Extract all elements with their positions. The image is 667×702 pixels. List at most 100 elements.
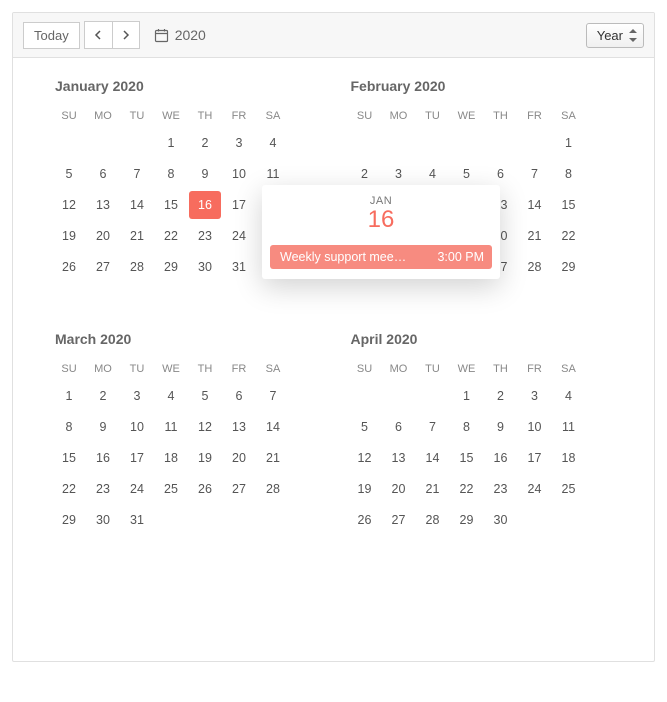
day-cell[interactable]: 19 — [349, 475, 381, 503]
day-cell[interactable]: 30 — [189, 253, 221, 281]
day-cell[interactable]: 18 — [155, 444, 187, 472]
next-button[interactable] — [112, 21, 140, 49]
day-cell[interactable]: 29 — [553, 253, 585, 281]
day-cell[interactable]: 5 — [451, 160, 483, 188]
day-cell[interactable]: 15 — [553, 191, 585, 219]
day-cell[interactable]: 26 — [53, 253, 85, 281]
day-cell[interactable]: 7 — [519, 160, 551, 188]
day-cell[interactable]: 30 — [87, 506, 119, 534]
day-cell[interactable]: 13 — [223, 413, 255, 441]
day-cell[interactable]: 28 — [417, 506, 449, 534]
day-cell[interactable]: 8 — [155, 160, 187, 188]
day-cell[interactable]: 9 — [87, 413, 119, 441]
day-cell[interactable]: 13 — [383, 444, 415, 472]
day-cell[interactable]: 22 — [53, 475, 85, 503]
day-cell[interactable]: 22 — [451, 475, 483, 503]
day-cell[interactable]: 29 — [451, 506, 483, 534]
day-cell[interactable]: 15 — [451, 444, 483, 472]
day-cell[interactable]: 20 — [87, 222, 119, 250]
day-cell[interactable]: 23 — [485, 475, 517, 503]
day-cell[interactable]: 16 — [189, 191, 221, 219]
day-cell[interactable]: 2 — [485, 382, 517, 410]
day-cell[interactable]: 12 — [189, 413, 221, 441]
day-cell[interactable]: 31 — [121, 506, 153, 534]
view-select[interactable]: Year — [586, 23, 644, 48]
day-cell[interactable]: 1 — [553, 129, 585, 157]
day-cell[interactable]: 3 — [383, 160, 415, 188]
day-cell[interactable]: 3 — [121, 382, 153, 410]
day-cell[interactable]: 21 — [417, 475, 449, 503]
day-cell[interactable]: 13 — [87, 191, 119, 219]
day-cell[interactable]: 25 — [553, 475, 585, 503]
today-button[interactable]: Today — [23, 22, 80, 49]
day-cell[interactable]: 28 — [121, 253, 153, 281]
day-cell[interactable]: 12 — [349, 444, 381, 472]
day-cell[interactable]: 23 — [189, 222, 221, 250]
day-cell[interactable]: 6 — [485, 160, 517, 188]
day-cell[interactable]: 14 — [417, 444, 449, 472]
day-cell[interactable]: 3 — [223, 129, 255, 157]
day-cell[interactable]: 24 — [519, 475, 551, 503]
day-cell[interactable]: 11 — [155, 413, 187, 441]
day-cell[interactable]: 7 — [417, 413, 449, 441]
day-cell[interactable]: 27 — [223, 475, 255, 503]
day-cell[interactable]: 4 — [553, 382, 585, 410]
day-cell[interactable]: 4 — [257, 129, 289, 157]
day-cell[interactable]: 6 — [383, 413, 415, 441]
day-cell[interactable]: 15 — [155, 191, 187, 219]
day-cell[interactable]: 9 — [485, 413, 517, 441]
day-cell[interactable]: 15 — [53, 444, 85, 472]
day-cell[interactable]: 29 — [53, 506, 85, 534]
day-cell[interactable]: 7 — [257, 382, 289, 410]
day-cell[interactable]: 17 — [121, 444, 153, 472]
day-cell[interactable]: 16 — [485, 444, 517, 472]
day-cell[interactable]: 18 — [553, 444, 585, 472]
day-cell[interactable]: 4 — [417, 160, 449, 188]
day-cell[interactable]: 9 — [189, 160, 221, 188]
popover-event[interactable]: Weekly support mee… 3:00 PM — [270, 245, 492, 269]
day-cell[interactable]: 12 — [53, 191, 85, 219]
day-cell[interactable]: 27 — [383, 506, 415, 534]
day-cell[interactable]: 27 — [87, 253, 119, 281]
day-cell[interactable]: 19 — [189, 444, 221, 472]
day-cell[interactable]: 14 — [257, 413, 289, 441]
day-cell[interactable]: 10 — [223, 160, 255, 188]
day-cell[interactable]: 11 — [257, 160, 289, 188]
day-cell[interactable]: 2 — [349, 160, 381, 188]
day-cell[interactable]: 8 — [53, 413, 85, 441]
day-cell[interactable]: 23 — [87, 475, 119, 503]
day-cell[interactable]: 28 — [257, 475, 289, 503]
day-cell[interactable]: 22 — [553, 222, 585, 250]
day-cell[interactable]: 10 — [121, 413, 153, 441]
day-cell[interactable]: 2 — [189, 129, 221, 157]
day-cell[interactable]: 26 — [189, 475, 221, 503]
day-cell[interactable]: 14 — [519, 191, 551, 219]
day-cell[interactable]: 3 — [519, 382, 551, 410]
day-cell[interactable]: 1 — [451, 382, 483, 410]
day-cell[interactable]: 20 — [383, 475, 415, 503]
day-cell[interactable]: 16 — [87, 444, 119, 472]
day-cell[interactable]: 4 — [155, 382, 187, 410]
day-cell[interactable]: 1 — [53, 382, 85, 410]
day-cell[interactable]: 8 — [553, 160, 585, 188]
day-cell[interactable]: 20 — [223, 444, 255, 472]
day-cell[interactable]: 1 — [155, 129, 187, 157]
day-cell[interactable]: 17 — [223, 191, 255, 219]
day-cell[interactable]: 8 — [451, 413, 483, 441]
day-cell[interactable]: 25 — [155, 475, 187, 503]
day-cell[interactable]: 24 — [223, 222, 255, 250]
day-cell[interactable]: 24 — [121, 475, 153, 503]
prev-button[interactable] — [84, 21, 112, 49]
day-cell[interactable]: 22 — [155, 222, 187, 250]
day-cell[interactable]: 30 — [485, 506, 517, 534]
day-cell[interactable]: 11 — [553, 413, 585, 441]
day-cell[interactable]: 6 — [223, 382, 255, 410]
day-cell[interactable]: 21 — [519, 222, 551, 250]
day-cell[interactable]: 14 — [121, 191, 153, 219]
day-cell[interactable]: 26 — [349, 506, 381, 534]
day-cell[interactable]: 10 — [519, 413, 551, 441]
day-cell[interactable]: 21 — [257, 444, 289, 472]
day-cell[interactable]: 7 — [121, 160, 153, 188]
day-cell[interactable]: 19 — [53, 222, 85, 250]
day-cell[interactable]: 29 — [155, 253, 187, 281]
